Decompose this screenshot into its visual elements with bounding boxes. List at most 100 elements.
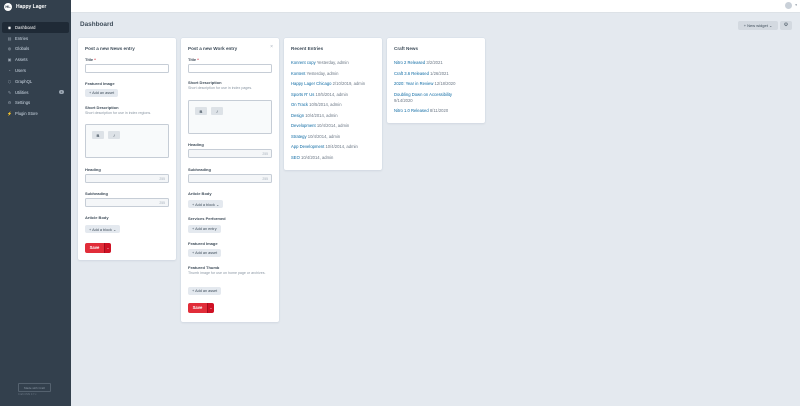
list-item: App Development 10/4/2014, admin	[291, 144, 358, 149]
site-brand[interactable]: HL Happy Lager	[0, 0, 71, 13]
save-options-button[interactable]: ⌄	[207, 303, 214, 313]
new-widget-button[interactable]: + New widget ⌄	[738, 21, 778, 30]
entry-link[interactable]: Happy Lager Chicago	[291, 81, 332, 86]
featured-image-label: Featured Image	[85, 81, 115, 86]
featured-image-label: Featured Image	[188, 241, 218, 246]
made-with-craft-badge[interactable]: Made with Craft	[18, 383, 51, 392]
list-item: Konrent copy Yesterday, admin	[291, 60, 349, 65]
nav-item-label: Users	[15, 68, 26, 74]
nav-item-assets[interactable]: ▣ Assets	[0, 54, 71, 65]
nav-item-label: Assets	[15, 57, 28, 63]
nav-item-utilities[interactable]: ✎ Utilities 1	[0, 87, 71, 98]
nav-item-label: Dashboard	[15, 24, 36, 30]
entry-link[interactable]: Development	[291, 123, 316, 128]
featured-thumb-help: Thumb image for use on home page or arch…	[188, 271, 266, 275]
short-description-label: Short Description	[85, 105, 119, 110]
sidebar-footer-text: Craft CMS 3.7.x	[18, 393, 37, 396]
list-item: Doubling Down on Accessibility	[394, 92, 452, 97]
add-block-button[interactable]: + Add a block ⌄	[188, 200, 224, 208]
list-item: Strategy 10/4/2014, admin	[291, 133, 341, 139]
add-asset-button[interactable]: + Add an asset	[188, 249, 222, 257]
nav-item-dashboard[interactable]: ◉ Dashboard	[2, 22, 69, 33]
work-entry-widget: Post a new Work entry × Title * Short De…	[181, 38, 279, 322]
list-item: Design 10/4/2014, admin	[291, 112, 338, 118]
news-link[interactable]: Nitro 1.0 Released	[394, 108, 429, 113]
site-name: Happy Lager	[16, 3, 47, 10]
heading-input[interactable]: 255	[85, 174, 169, 183]
utilities-badge: 1	[59, 89, 64, 95]
short-description-label: Short Description	[188, 80, 222, 85]
news-link[interactable]: 2020: Year in Review	[394, 81, 433, 86]
widget-title: Recent Entries	[291, 46, 324, 51]
newspaper-icon: ▤	[7, 35, 12, 41]
heading-label: Heading	[188, 142, 204, 147]
sidebar: HL Happy Lager ◉ Dashboard ▤ Entries ◍ G…	[0, 0, 71, 406]
nav-item-entries[interactable]: ▤ Entries	[0, 33, 71, 44]
featured-thumb-label: Featured Thumb	[188, 265, 220, 270]
entry-link[interactable]: On Track	[291, 102, 308, 107]
chevron-down-icon[interactable]: ▾	[795, 3, 797, 7]
italic-button[interactable]: I	[108, 131, 120, 139]
globe-icon: ◍	[7, 46, 12, 52]
bold-button[interactable]: B	[195, 107, 207, 115]
add-asset-button[interactable]: + Add an asset	[85, 89, 119, 97]
list-item: SEO 10/4/2014, admin	[291, 154, 334, 160]
char-count: 255	[159, 201, 165, 206]
list-item: Craft 3.6 Released 1/26/2021	[394, 70, 449, 76]
italic-button[interactable]: I	[211, 107, 223, 115]
save-options-button[interactable]: ⌄	[104, 243, 111, 253]
entry-link[interactable]: App Development	[291, 144, 324, 149]
bold-button[interactable]: B	[92, 131, 104, 139]
short-description-help: Short description for use in index pages…	[188, 86, 253, 90]
title-label: Title *	[85, 57, 96, 62]
nav-item-settings[interactable]: ⚙ Settings	[0, 98, 71, 109]
main-nav: ◉ Dashboard ▤ Entries ◍ Globals ▣ Assets…	[0, 22, 71, 119]
widget-title: Craft News	[394, 46, 418, 51]
char-count: 255	[159, 177, 165, 182]
nav-item-globals[interactable]: ◍ Globals	[0, 44, 71, 55]
save-button[interactable]: Save	[85, 243, 104, 253]
news-link[interactable]: Doubling Down on Accessibility	[394, 92, 452, 97]
widget-title: Post a new Work entry	[188, 46, 238, 51]
subheading-label: Subheading	[85, 191, 108, 196]
nav-item-users[interactable]: ◔ Users	[0, 65, 71, 76]
news-link[interactable]: Craft 3.6 Released	[394, 71, 429, 76]
title-label: Title *	[188, 57, 199, 62]
list-item: 2020: Year in Review 12/18/2020	[394, 81, 456, 86]
news-link[interactable]: Nitro 2 Released	[394, 60, 425, 65]
list-item: Sports R' Us 10/5/2014, admin	[291, 91, 348, 97]
short-description-editor[interactable]: B I	[188, 100, 272, 134]
entry-link[interactable]: Konrent copy	[291, 60, 316, 65]
recent-entries-widget: Recent Entries Konrent copy Yesterday, a…	[284, 38, 382, 170]
entry-link[interactable]: SEO	[291, 155, 300, 160]
news-date: 9/14/2020	[394, 97, 413, 103]
entry-link[interactable]: Sports R' Us	[291, 92, 314, 97]
nav-item-label: Settings	[15, 100, 31, 106]
save-button[interactable]: Save	[188, 303, 207, 313]
heading-input[interactable]: 255	[188, 149, 272, 158]
page-title: Dashboard	[80, 21, 114, 28]
entry-link[interactable]: Kontent	[291, 71, 305, 76]
close-icon[interactable]: ×	[270, 44, 273, 50]
subheading-input[interactable]: 255	[85, 198, 169, 207]
user-avatar[interactable]	[785, 2, 792, 9]
subheading-input[interactable]: 255	[188, 174, 272, 183]
services-performed-label: Services Performed	[188, 216, 226, 221]
entry-link[interactable]: Strategy	[291, 134, 307, 139]
wrench-icon: ✎	[7, 89, 12, 95]
dashboard-settings-button[interactable]: ⚙	[780, 21, 792, 30]
title-input[interactable]	[85, 64, 169, 73]
title-input[interactable]	[188, 64, 272, 73]
list-item: On Track 10/5/2014, admin	[291, 102, 342, 107]
add-asset-button[interactable]: + Add an asset	[188, 287, 222, 295]
nav-item-label: Utilities	[15, 89, 29, 95]
short-description-editor[interactable]: B I	[85, 124, 169, 158]
nav-item-plugin-store[interactable]: ⚡ Plugin Store	[0, 108, 71, 119]
add-block-button[interactable]: + Add a block ⌄	[85, 225, 121, 233]
entry-link[interactable]: Design	[291, 113, 304, 118]
nav-item-graphql[interactable]: ⬡ GraphQL	[0, 76, 71, 87]
char-count: 255	[262, 152, 268, 157]
gear-icon: ⚙	[7, 100, 12, 106]
add-entry-button[interactable]: + Add an entry	[188, 225, 221, 233]
subheading-label: Subheading	[188, 167, 211, 172]
